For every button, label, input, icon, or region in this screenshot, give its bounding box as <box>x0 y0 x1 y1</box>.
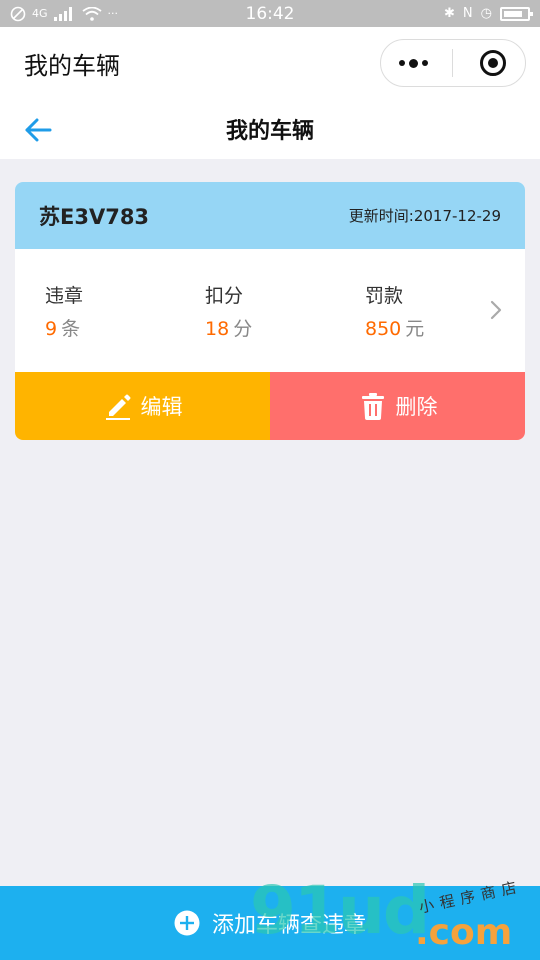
wifi-icon <box>81 6 102 21</box>
status-more: ··· <box>107 7 119 20</box>
target-icon <box>479 50 506 76</box>
capsule-menu <box>380 39 526 87</box>
delete-button[interactable]: 删除 <box>270 372 525 440</box>
stat-value: 18 <box>205 317 230 340</box>
mp-header: 我的车辆 <box>0 27 540 99</box>
stat-label: 违章 <box>45 284 84 307</box>
alarm-icon: ◷ <box>480 6 492 21</box>
update-time: 更新时间:2017-12-29 <box>348 207 501 225</box>
stat-unit: 分 <box>233 317 253 340</box>
signal-bars-icon <box>53 6 72 21</box>
plate-number: 苏E3V783 <box>39 204 150 229</box>
close-button[interactable] <box>468 43 518 83</box>
stat-value: 850 <box>365 317 402 340</box>
violation-stats[interactable]: 违章 9条 扣分 18 分 罚款 850 元 <box>15 249 525 372</box>
page-title: 我的车辆 <box>225 119 314 144</box>
page-nav: 我的车辆 <box>0 99 540 159</box>
status-right: ✱ N ◷ <box>444 6 533 21</box>
bluetooth-icon: ✱ <box>444 6 455 21</box>
edit-label: 编辑 <box>140 395 183 419</box>
edit-button[interactable]: 编辑 <box>15 372 270 440</box>
stat-unit: 元 <box>405 317 425 340</box>
add-vehicle-button[interactable]: 添加车辆查违章 <box>0 886 540 960</box>
no-disturb-icon <box>10 6 26 21</box>
status-bar: 4G ··· 16:42 ✱ N ◷ <box>0 0 540 27</box>
signal-text: 4G <box>32 7 48 20</box>
capsule-divider <box>452 49 454 77</box>
card-actions: 编辑 删除 <box>15 372 525 440</box>
plus-circle-icon <box>174 910 200 936</box>
pencil-icon <box>105 394 130 420</box>
stat-unit: 条 <box>61 317 81 340</box>
delete-label: 删除 <box>395 395 438 419</box>
mp-title: 我的车辆 <box>24 51 120 80</box>
stat-label: 扣分 <box>205 284 244 307</box>
stat-points: 扣分 18 分 <box>205 281 365 341</box>
stat-violations: 违章 9条 <box>45 281 205 341</box>
status-left: 4G ··· <box>10 6 118 22</box>
nfc-icon: N <box>462 6 473 21</box>
arrow-left-icon[interactable] <box>22 113 56 147</box>
card-header: 苏E3V783 更新时间:2017-12-29 <box>15 182 525 249</box>
more-dots-icon <box>398 58 428 68</box>
trash-icon <box>361 393 384 420</box>
more-button[interactable] <box>388 43 438 83</box>
battery-icon <box>500 6 533 21</box>
vehicle-card: 苏E3V783 更新时间:2017-12-29 违章 9条 扣分 18 分 罚款 … <box>15 182 525 440</box>
chevron-right-icon <box>490 300 502 320</box>
stat-value: 9 <box>45 317 58 340</box>
add-vehicle-label: 添加车辆查违章 <box>211 913 366 938</box>
